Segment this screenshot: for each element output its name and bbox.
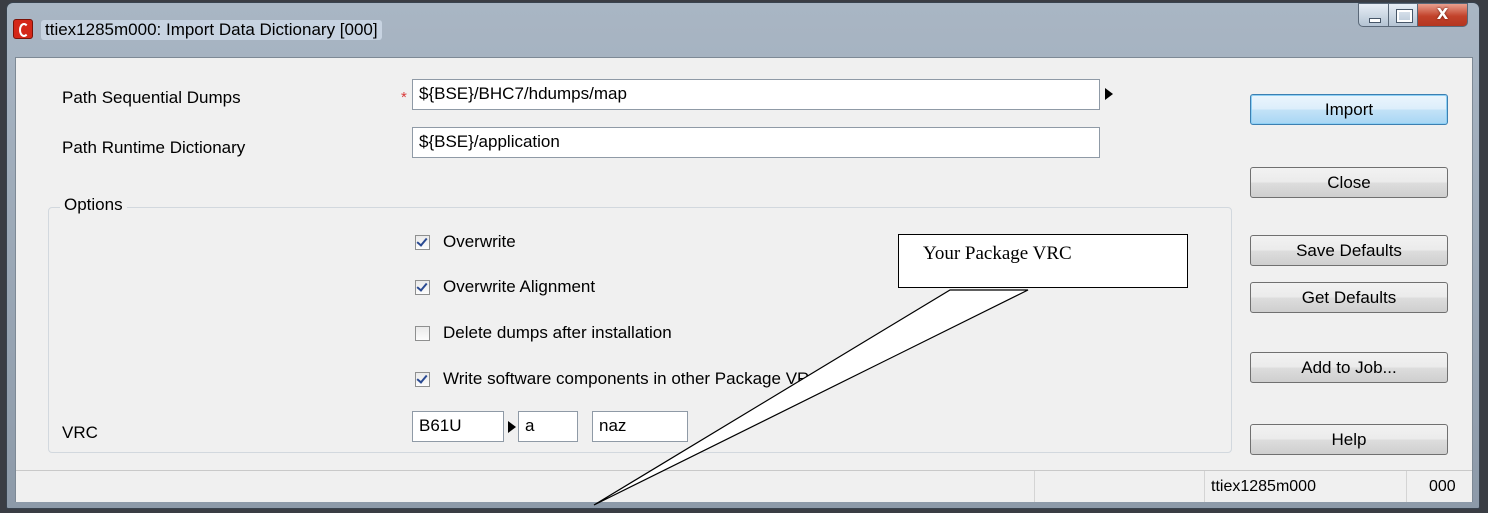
write-software-components-label[interactable]: Write software components in other Packa… — [443, 369, 822, 389]
close-window-button[interactable]: X — [1418, 3, 1468, 27]
delete-dumps-checkbox[interactable] — [415, 326, 430, 341]
close-button[interactable]: Close — [1250, 167, 1448, 198]
delete-dumps-label[interactable]: Delete dumps after installation — [443, 323, 672, 343]
get-defaults-button[interactable]: Get Defaults — [1250, 282, 1448, 313]
close-icon: X — [1436, 5, 1449, 23]
vrc-version-input[interactable]: B61U — [412, 411, 504, 442]
application-window: ttiex1285m000: Import Data Dictionary [0… — [6, 2, 1480, 509]
overwrite-label[interactable]: Overwrite — [443, 232, 516, 252]
session-code: ttiex1285m000 — [1211, 478, 1316, 495]
vrc-label: VRC — [62, 423, 98, 442]
status-bar: ttiex1285m000 000 — [16, 470, 1472, 502]
app-logo-icon[interactable] — [13, 19, 33, 39]
options-group-title: Options — [60, 195, 127, 215]
write-software-components-checkbox[interactable] — [415, 372, 430, 387]
help-button[interactable]: Help — [1250, 424, 1448, 455]
path-runtime-dictionary-input[interactable]: ${BSE}/application — [412, 127, 1100, 158]
title-bar[interactable]: ttiex1285m000: Import Data Dictionary [0… — [7, 3, 1479, 57]
path-sequential-dumps-label: Path Sequential Dumps — [62, 88, 241, 107]
vrc-release-input[interactable]: a — [518, 411, 578, 442]
maximize-button[interactable] — [1389, 3, 1418, 27]
overwrite-checkbox[interactable] — [415, 235, 430, 250]
import-button[interactable]: Import — [1250, 94, 1448, 125]
status-cell — [1034, 471, 1204, 502]
form-body: Path Sequential Dumps * ${BSE}/BHC7/hdum… — [15, 57, 1473, 502]
vrc-customer-input[interactable]: naz — [592, 411, 688, 442]
path-sequential-dumps-input[interactable]: ${BSE}/BHC7/hdumps/map — [412, 79, 1100, 110]
minimize-button[interactable] — [1358, 3, 1389, 27]
status-company-cell: 000 — [1406, 471, 1472, 502]
overwrite-alignment-label[interactable]: Overwrite Alignment — [443, 277, 595, 297]
vrc-zoom-arrow-icon[interactable] — [508, 421, 516, 433]
add-to-job-button[interactable]: Add to Job... — [1250, 352, 1448, 383]
company-number: 000 — [1429, 478, 1456, 495]
path-runtime-dictionary-label: Path Runtime Dictionary — [62, 138, 246, 157]
window-title: ttiex1285m000: Import Data Dictionary [0… — [41, 20, 382, 40]
window-controls: X — [1358, 3, 1468, 27]
save-defaults-button[interactable]: Save Defaults — [1250, 235, 1448, 266]
zoom-arrow-icon[interactable] — [1105, 88, 1113, 100]
required-marker: * — [401, 89, 407, 106]
annotation-callout: Your Package VRC — [898, 234, 1188, 288]
overwrite-alignment-checkbox[interactable] — [415, 280, 430, 295]
